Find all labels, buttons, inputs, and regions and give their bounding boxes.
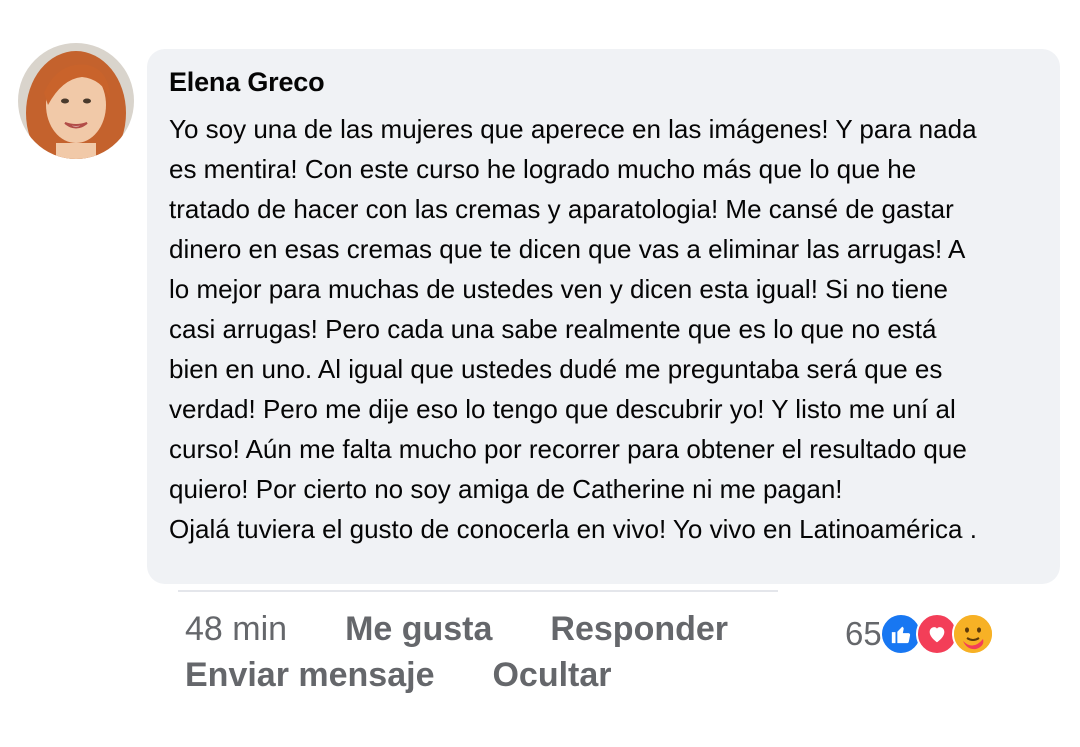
comment-bubble: Elena Greco Yo soy una de las mujeres qu… (147, 49, 1060, 584)
comment-text-line: casi arrugas! Pero cada una sabe realmen… (169, 314, 937, 344)
like-button[interactable]: Me gusta (345, 610, 492, 649)
comment-author-name[interactable]: Elena Greco (169, 65, 1040, 99)
actions-row-primary: 48 min Me gusta Responder (185, 606, 728, 652)
comment-text: Yo soy una de las mujeres que aperece en… (169, 109, 1040, 549)
comment-text-line: lo mejor para muchas de ustedes ven y di… (169, 274, 949, 304)
actions-row-secondary: Enviar mensaje Ocultar (185, 652, 728, 698)
comment-text-line: bien en uno. Al igual que ustedes dudé m… (169, 354, 943, 384)
reply-button[interactable]: Responder (550, 610, 728, 649)
care-icon (951, 613, 994, 655)
hide-button[interactable]: Ocultar (492, 656, 611, 695)
comment-actions: 48 min Me gusta Responder Enviar mensaje… (185, 606, 728, 698)
reaction-count: 65 (845, 615, 882, 652)
comment-text-line: Yo soy una de las mujeres que aperece en… (169, 114, 977, 144)
reactions-summary[interactable]: 65 (845, 611, 994, 657)
comment-timestamp[interactable]: 48 min (185, 610, 287, 649)
comment-text-line: quiero! Por cierto no soy amiga de Cathe… (169, 474, 843, 504)
send-message-button[interactable]: Enviar mensaje (185, 656, 434, 695)
comment-text-line: tratado de hacer con las cremas y aparat… (169, 194, 954, 224)
divider (178, 590, 778, 592)
comment-text-line: Ojalá tuviera el gusto de conocerla en v… (169, 514, 977, 544)
comment-text-line: es mentira! Con este curso he logrado mu… (169, 154, 917, 184)
comment-text-line: curso! Aún me falta mucho por recorrer p… (169, 434, 967, 464)
comment-text-line: verdad! Pero me dije eso lo tengo que de… (169, 394, 956, 424)
author-avatar[interactable] (18, 43, 134, 159)
comment-text-line: dinero en esas cremas que te dicen que v… (169, 234, 966, 264)
